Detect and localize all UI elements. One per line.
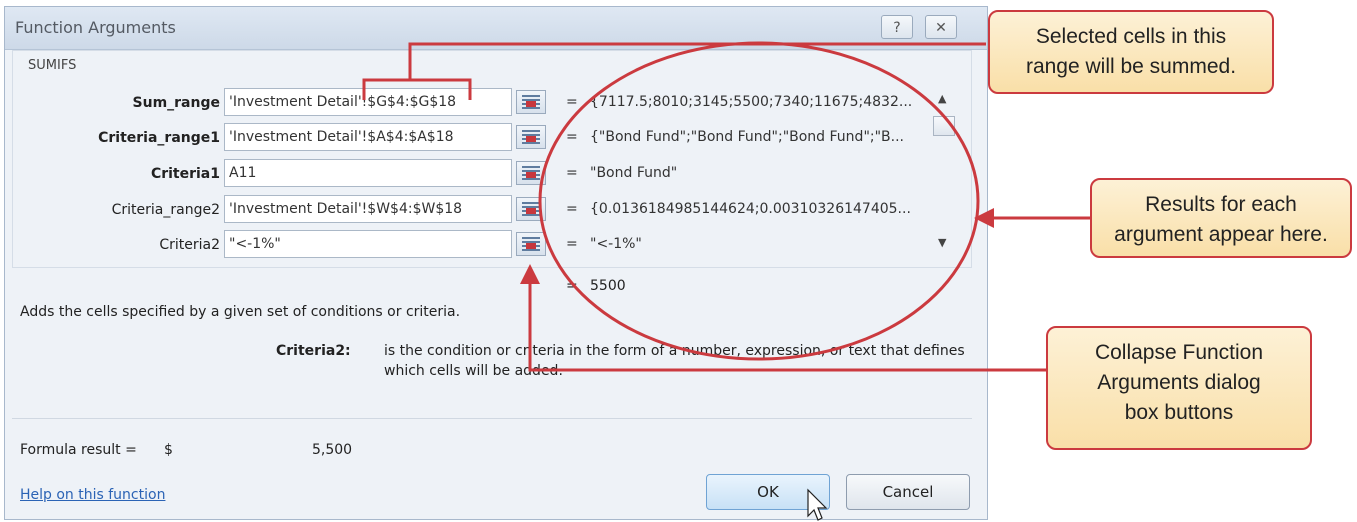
callout-line: argument appear here. (1114, 223, 1328, 246)
callout-line: Collapse Function (1094, 341, 1264, 364)
callout-selected-cells: Selected cells in this range will be sum… (988, 10, 1274, 94)
mouse-cursor-icon (807, 488, 828, 521)
results-ellipse (538, 41, 980, 361)
callout-results: Results for each argument appear here. (1090, 178, 1352, 258)
callout-line: Selected cells in this (1035, 25, 1227, 48)
callout-line: Results for each (1145, 193, 1297, 216)
callout-line: range will be summed. (1025, 55, 1237, 78)
callout-line: Arguments dialog (1097, 371, 1261, 394)
callout-collapse-buttons: Collapse Function Arguments dialog box b… (1046, 326, 1312, 450)
callout-line: box buttons (1124, 401, 1234, 424)
sum-range-bracket (362, 42, 986, 100)
collapse-arrowhead (520, 264, 540, 284)
